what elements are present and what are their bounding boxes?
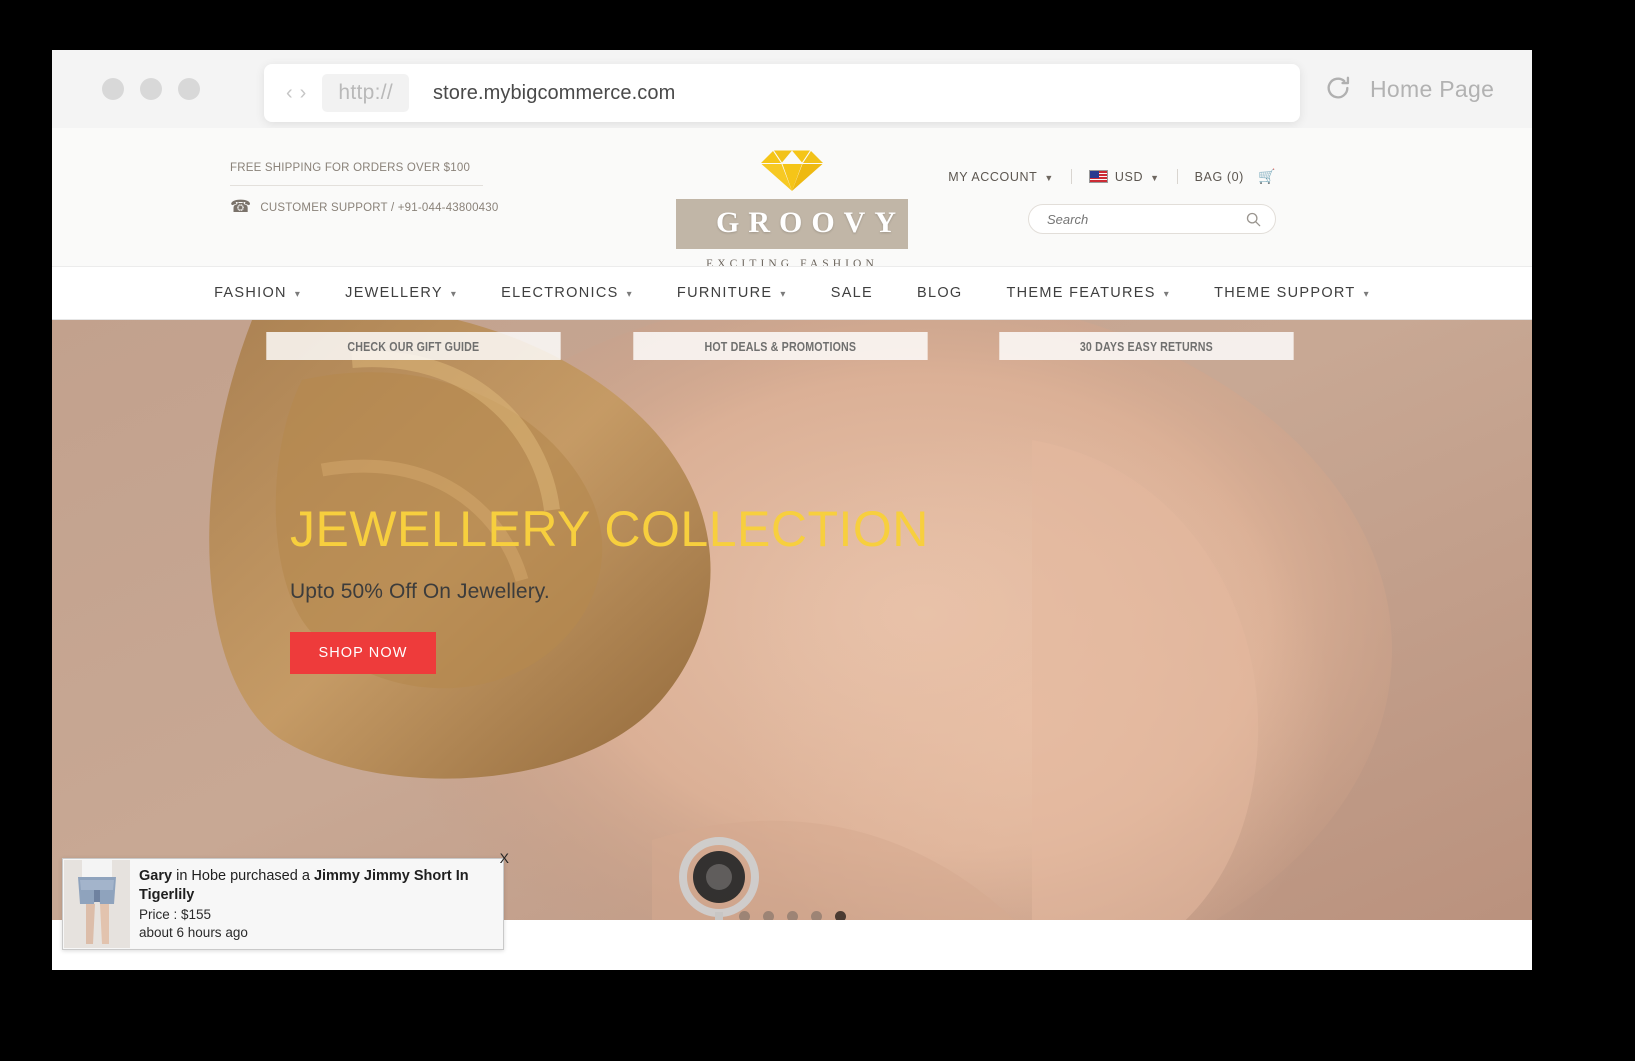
nav-item-label: THEME SUPPORT [1214, 285, 1356, 301]
url-text[interactable]: store.mybigcommerce.com [433, 82, 675, 105]
bag-label: BAG (0) [1194, 169, 1244, 184]
promo-button-2[interactable]: HOT DEALS & PROMOTIONS [632, 332, 928, 360]
nav-item-label: FASHION [214, 285, 287, 301]
forward-arrow-icon[interactable]: › [300, 83, 307, 103]
promo-button-3[interactable]: 30 DAYS EASY RETURNS [999, 332, 1294, 360]
search-input[interactable] [1047, 211, 1225, 227]
buyer-name: Gary [139, 868, 173, 884]
chevron-down-icon: ▼ [1044, 172, 1054, 183]
divider [1176, 169, 1178, 184]
nav-item-label: SALE [830, 285, 873, 301]
nav-item-label: ELECTRONICS [501, 285, 619, 301]
notification-middle-text: in Hobe purchased a [172, 868, 314, 884]
search-box[interactable] [1028, 204, 1276, 234]
main-navigation: FASHION ▾ JEWELLERY ▾ ELECTRONICS ▾ FURNITURE ▾… [52, 266, 1532, 320]
search-icon[interactable] [1246, 212, 1261, 227]
notification-timestamp: about 6 hours ago [139, 925, 248, 941]
nav-item-label: THEME FEATURES [1006, 285, 1156, 301]
my-account-label: MY ACCOUNT [948, 169, 1038, 184]
nav-item-label: BLOG [917, 285, 963, 301]
nav-item-sale[interactable]: SALE [809, 285, 895, 301]
nav-item-electronics[interactable]: ELECTRONICS ▾ [479, 285, 655, 301]
store-header: FREE SHIPPING FOR ORDERS OVER $100 ☎ CUS… [52, 128, 1532, 270]
chevron-down-icon: ▾ [450, 288, 458, 300]
product-thumbnail[interactable] [64, 860, 130, 948]
cart-button[interactable]: BAG (0) 🛒 [1195, 168, 1276, 185]
reload-icon[interactable] [1324, 74, 1352, 102]
maximize-window-dot[interactable] [178, 78, 200, 100]
hero-subtitle: Upto 50% Off On Jewellery. [290, 580, 550, 603]
back-arrow-icon[interactable]: ‹ [286, 83, 293, 103]
minimize-window-dot[interactable] [140, 78, 162, 100]
notification-message: Gary in Hobe purchased a Jimmy Jimmy Sho… [139, 867, 493, 905]
nav-item-furniture[interactable]: FURNITURE ▾ [655, 285, 809, 301]
shop-now-button[interactable]: SHOP NOW [290, 632, 436, 674]
nav-item-theme-features[interactable]: THEME FEATURES ▾ [985, 285, 1193, 301]
chevron-down-icon: ▾ [780, 288, 787, 300]
url-protocol-chip: http:// [322, 74, 409, 112]
diamond-icon [761, 150, 823, 191]
logo-wordmark: GROOVY [676, 199, 908, 249]
close-window-dot[interactable] [102, 78, 124, 100]
browser-navigation-arrows[interactable]: ‹ › [286, 83, 306, 103]
hero-copy: JEWELLERY COLLECTION Upto 50% Off On Jew… [290, 502, 929, 674]
product-image [64, 860, 130, 948]
nav-item-blog[interactable]: BLOG [895, 285, 985, 301]
currency-label: USD [1114, 169, 1144, 184]
page-title: Home Page [1370, 76, 1495, 102]
notification-body: X Gary in Hobe purchased a Jimmy Jimmy S… [130, 850, 509, 949]
chevron-down-icon: ▾ [294, 288, 302, 300]
browser-window: ‹ › http:// store.mybigcommerce.com Home… [52, 50, 1532, 970]
currency-selector[interactable]: USD ▼ [1088, 169, 1160, 184]
nav-item-theme-support[interactable]: THEME SUPPORT ▾ [1192, 285, 1392, 301]
my-account-menu[interactable]: MY ACCOUNT ▼ [948, 170, 1054, 184]
header-utility-nav: MY ACCOUNT ▼ USD ▼ BAG (0) 🛒 [948, 168, 1276, 185]
chevron-down-icon: ▼ [1150, 172, 1160, 183]
close-icon[interactable]: X [500, 850, 509, 866]
promo-button-1[interactable]: CHECK OUR GIFT GUIDE [266, 332, 561, 360]
chevron-down-icon: ▾ [1163, 288, 1171, 300]
chevron-down-icon: ▾ [626, 288, 633, 300]
notification-price: Price : $155 [139, 907, 212, 923]
nav-item-label: JEWELLERY [345, 285, 443, 301]
nav-item-jewellery[interactable]: JEWELLERY ▾ [323, 285, 479, 301]
site-logo[interactable]: GROOVY EXCITING FASHION [52, 150, 1532, 270]
logo-name: GROOVY [716, 206, 905, 239]
purchase-notification[interactable]: X Gary in Hobe purchased a Jimmy Jimmy S… [62, 850, 509, 950]
browser-chrome-bar: ‹ › http:// store.mybigcommerce.com Home… [52, 50, 1532, 128]
address-bar[interactable]: ‹ › http:// store.mybigcommerce.com [264, 64, 1300, 122]
divider [1070, 169, 1072, 184]
nav-item-fashion[interactable]: FASHION ▾ [192, 285, 323, 301]
nav-item-label: FURNITURE [676, 285, 773, 301]
us-flag-icon [1088, 170, 1108, 183]
shopping-cart-icon: 🛒 [1257, 168, 1276, 184]
promo-button-row: CHECK OUR GIFT GUIDE HOT DEALS & PROMOTIO… [234, 332, 1326, 360]
window-controls[interactable] [102, 78, 200, 100]
hero-title: JEWELLERY COLLECTION [290, 501, 929, 557]
chevron-down-icon: ▾ [1363, 288, 1370, 300]
